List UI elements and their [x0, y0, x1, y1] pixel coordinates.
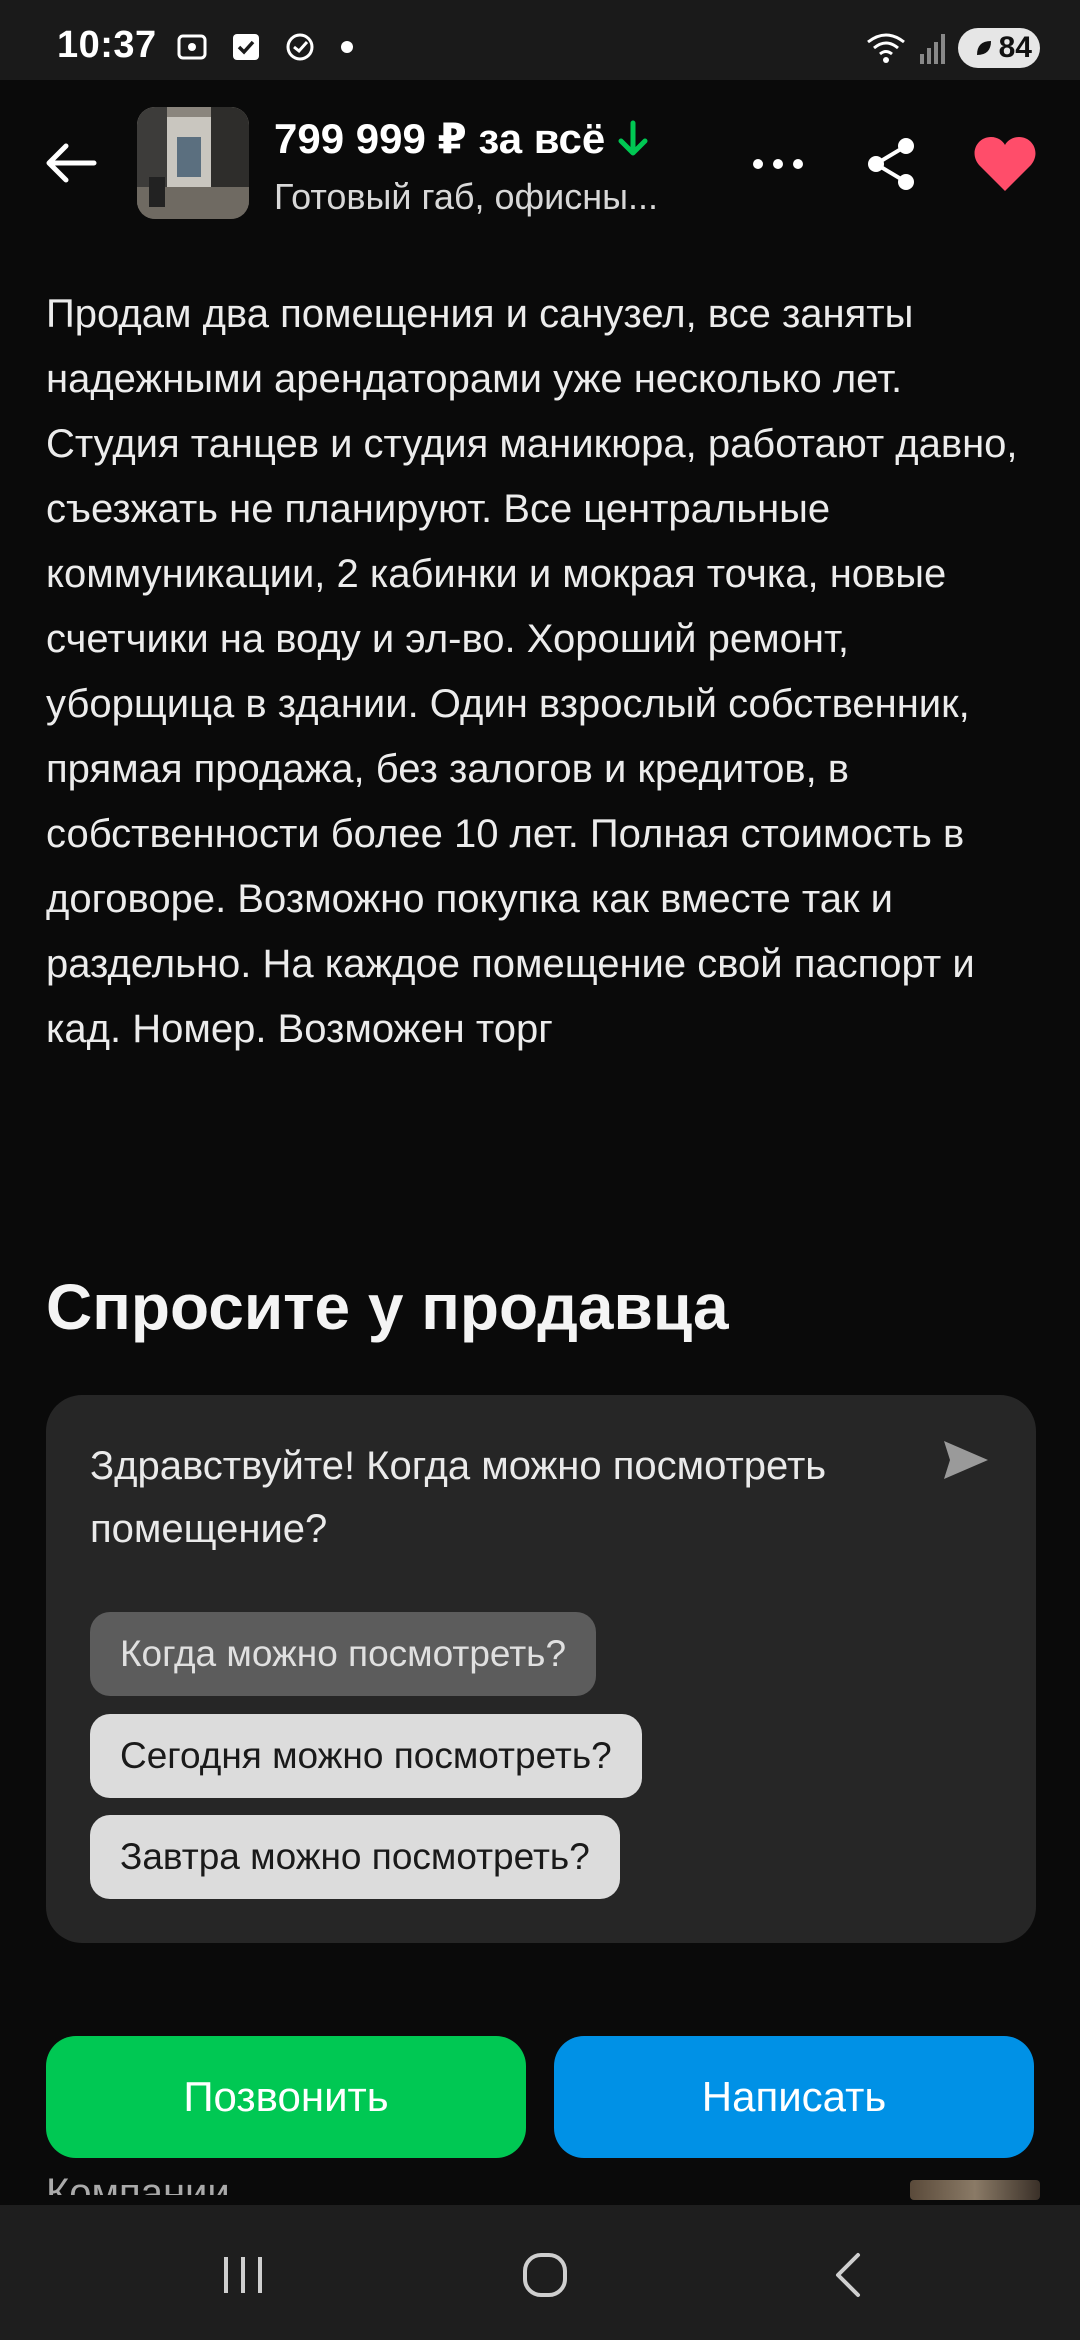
- nav-back-icon: [836, 2253, 860, 2297]
- status-time: 10:37: [57, 24, 157, 66]
- message-input[interactable]: Здравствуйте! Когда можно посмотреть пом…: [90, 1435, 870, 1561]
- back-button[interactable]: [36, 128, 106, 198]
- listing-price: 799 999 ₽ за всё: [274, 114, 651, 163]
- listing-thumbnail[interactable]: [137, 107, 249, 219]
- price-text: 799 999 ₽ за всё: [274, 115, 606, 162]
- nav-back-button[interactable]: [808, 2235, 888, 2315]
- battery-saver-icon: [976, 41, 991, 55]
- suggestion-chip-3[interactable]: Завтра можно посмотреть?: [90, 1815, 620, 1899]
- wifi-icon: [867, 33, 905, 63]
- share-icon: [868, 138, 914, 190]
- call-button[interactable]: Позвонить: [46, 2036, 526, 2158]
- signal-icon: [920, 34, 945, 64]
- peek-text: Компании: [46, 2171, 230, 2195]
- peek-image: [910, 2180, 1040, 2200]
- more-button[interactable]: [742, 128, 814, 200]
- heart-icon: [974, 137, 1036, 191]
- home-button[interactable]: [505, 2235, 585, 2315]
- recents-button[interactable]: [203, 2235, 283, 2315]
- battery-indicator: 84: [958, 28, 1040, 68]
- ask-seller-box: Здравствуйте! Когда можно посмотреть пом…: [46, 1395, 1036, 1943]
- home-icon: [523, 2253, 567, 2297]
- system-nav-bar: [0, 2205, 1080, 2340]
- office-photo: [137, 107, 249, 219]
- share-button[interactable]: [856, 128, 928, 200]
- ask-seller-title: Спросите у продавца: [46, 1271, 729, 1343]
- sync-check-icon: [286, 33, 314, 61]
- status-icons-right: 84: [864, 28, 1040, 68]
- recents-icon: [224, 2257, 262, 2293]
- battery-level: 84: [998, 31, 1032, 64]
- status-bar: 10:37 84: [0, 0, 1080, 80]
- suggestion-chip-1[interactable]: Когда можно посмотреть?: [90, 1612, 597, 1696]
- listing-subtitle: Готовый габ, офисны...: [274, 176, 659, 217]
- suggestion-chip-2[interactable]: Сегодня можно посмотреть?: [90, 1714, 642, 1798]
- listing-header: 799 999 ₽ за всё Готовый габ, офисны...: [0, 80, 1080, 245]
- favorite-button[interactable]: [969, 128, 1041, 200]
- listing-description: Продам два помещения и санузел, все заня…: [46, 292, 1018, 1051]
- arrow-left-icon: [46, 143, 97, 183]
- status-icons-left: [175, 30, 353, 64]
- write-button[interactable]: Написать: [554, 2036, 1034, 2158]
- send-icon[interactable]: [938, 1433, 992, 1487]
- screenshot-icon: [177, 34, 207, 60]
- checkbox-icon: [233, 34, 259, 60]
- more-dots-icon: [753, 159, 803, 169]
- arrow-down-icon: [618, 120, 648, 155]
- notification-dot: [341, 41, 353, 53]
